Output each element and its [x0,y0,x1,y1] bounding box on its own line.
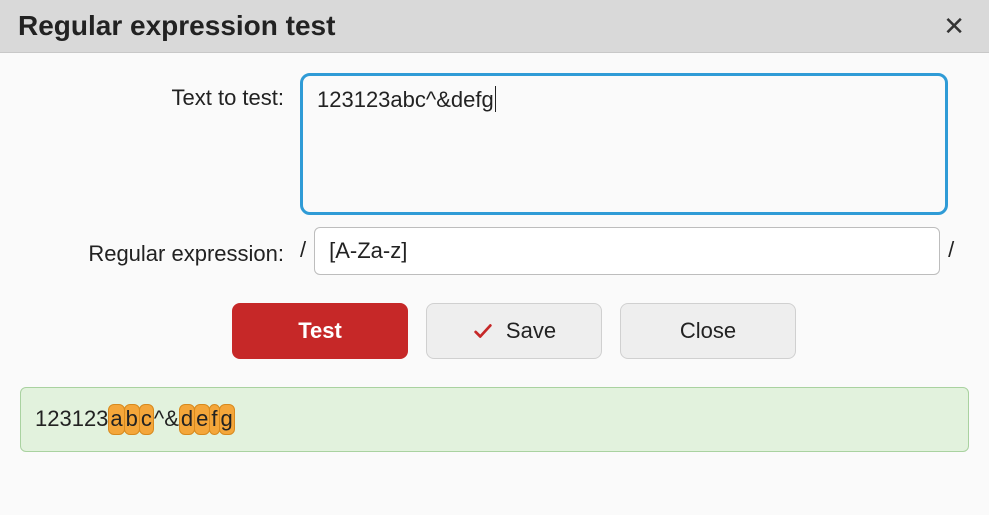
save-button-label: Save [506,318,556,344]
result-match: c [139,404,154,435]
row-text-to-test: Text to test: 123123abc^&defg [18,73,971,215]
label-regex: Regular expression: [18,227,300,271]
row-regex: Regular expression: / / [18,227,971,275]
result-match: b [124,404,140,435]
result-match: a [108,404,124,435]
result-match-group: abc [108,404,154,435]
close-icon[interactable]: ✕ [937,11,971,41]
result-match: d [179,404,195,435]
close-button[interactable]: Close [620,303,796,359]
button-row: Test Save Close [18,303,971,359]
save-button[interactable]: Save [426,303,602,359]
regex-leading-slash: / [300,227,314,263]
result-match: g [219,404,235,435]
dialog-title: Regular expression test [18,10,335,42]
test-button[interactable]: Test [232,303,408,359]
text-caret [495,86,496,112]
check-icon [472,320,494,342]
regex-input[interactable] [314,227,940,275]
dialog-content: Text to test: 123123abc^&defg Regular ex… [0,53,989,472]
regex-trailing-slash: / [940,227,954,263]
result-plain: 123123 [35,406,108,431]
result-box: 123123abc^&defg [20,387,969,452]
titlebar: Regular expression test ✕ [0,0,989,53]
field-regex: / / [300,227,971,275]
result-plain: ^& [154,406,179,431]
result-match: e [194,404,210,435]
field-text-to-test: 123123abc^&defg [300,73,971,215]
text-to-test-input[interactable]: 123123abc^&defg [300,73,948,215]
result-match-group: defg [179,404,235,435]
label-text-to-test: Text to test: [18,73,300,114]
